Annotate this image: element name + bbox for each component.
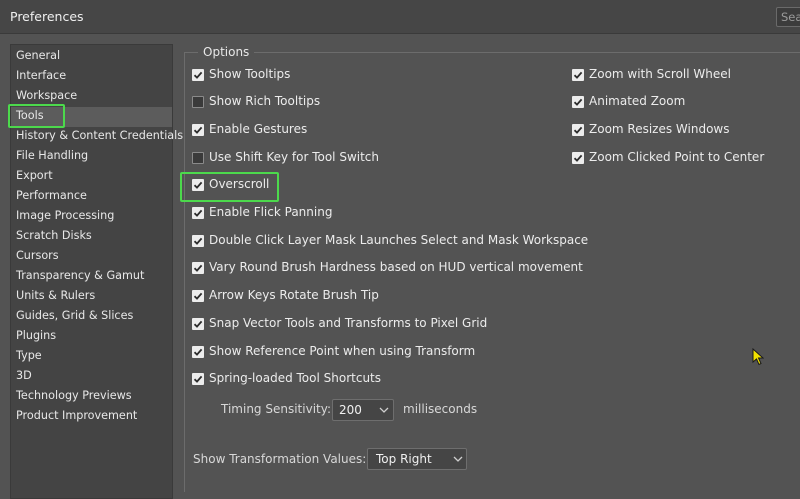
show-tooltips-label: Show Tooltips — [209, 67, 291, 81]
checkbox-checked-icon — [572, 124, 584, 136]
sidebar-item-cursors[interactable]: Cursors — [11, 247, 172, 267]
checkbox-checked-icon — [192, 235, 204, 247]
timing-unit-label: milliseconds — [403, 402, 478, 416]
sidebar-item-interface[interactable]: Interface — [11, 67, 172, 87]
sidebar-item-transparency-gamut[interactable]: Transparency & Gamut — [11, 267, 172, 287]
checkbox-checked-icon — [192, 124, 204, 136]
sidebar-item-export[interactable]: Export — [11, 167, 172, 187]
checkbox-checked-icon — [192, 373, 204, 385]
sidebar-item-plugins[interactable]: Plugins — [11, 327, 172, 347]
dialog-title: Preferences — [10, 9, 84, 24]
chevron-down-icon — [453, 456, 463, 462]
zoom-scroll-wheel-label: Zoom with Scroll Wheel — [589, 67, 731, 81]
chevron-down-icon — [379, 407, 389, 413]
show-transformation-values-label: Show Transformation Values: — [193, 452, 367, 466]
sidebar-item-file-handling[interactable]: File Handling — [11, 147, 172, 167]
sidebar-item-units-rulers[interactable]: Units & Rulers — [11, 287, 172, 307]
arrow-keys-rotate-label: Arrow Keys Rotate Brush Tip — [209, 288, 379, 302]
enable-flick-panning-label: Enable Flick Panning — [209, 205, 333, 219]
checkbox-checked-icon — [192, 346, 204, 358]
timing-sensitivity-label: Timing Sensitivity: — [221, 402, 331, 416]
sidebar-item-guides-grid-slices[interactable]: Guides, Grid & Slices — [11, 307, 172, 327]
preferences-dialog: Preferences Sea General Interface Worksp… — [0, 0, 800, 499]
checkbox-checked-icon — [572, 96, 584, 108]
snap-vector-tools-label: Snap Vector Tools and Transforms to Pixe… — [209, 316, 488, 330]
sidebar-item-scratch-disks[interactable]: Scratch Disks — [11, 227, 172, 247]
sidebar-item-workspace[interactable]: Workspace — [11, 87, 172, 107]
checkbox-unchecked-icon — [192, 96, 204, 108]
double-click-layer-mask-label: Double Click Layer Mask Launches Select … — [209, 233, 589, 247]
timing-sensitivity-select[interactable]: 200 — [332, 399, 394, 421]
sidebar-item-general[interactable]: General — [11, 47, 172, 67]
sidebar-item-type[interactable]: Type — [11, 347, 172, 367]
checkbox-checked-icon — [192, 262, 204, 274]
spring-loaded-shortcuts-label: Spring-loaded Tool Shortcuts — [209, 371, 382, 385]
checkbox-unchecked-icon — [192, 152, 204, 164]
checkbox-checked-icon — [572, 152, 584, 164]
animated-zoom-label: Animated Zoom — [589, 94, 686, 108]
zoom-resizes-windows-label: Zoom Resizes Windows — [589, 122, 730, 136]
sidebar-item-image-processing[interactable]: Image Processing — [11, 207, 172, 227]
use-shift-key-label: Use Shift Key for Tool Switch — [209, 150, 380, 164]
transformation-values-value: Top Right — [376, 452, 432, 466]
timing-sensitivity-value: 200 — [339, 403, 362, 417]
checkbox-checked-icon — [192, 318, 204, 330]
options-legend: Options — [198, 45, 255, 59]
sidebar-item-3d[interactable]: 3D — [11, 367, 172, 387]
show-reference-point-label: Show Reference Point when using Transfor… — [209, 344, 476, 358]
overscroll-label: Overscroll — [209, 177, 270, 191]
preferences-sidebar: General Interface Workspace Tools Histor… — [10, 44, 183, 499]
mouse-pointer-icon — [752, 348, 764, 366]
search-input[interactable]: Sea — [776, 7, 800, 27]
checkbox-checked-icon — [192, 69, 204, 81]
checkbox-checked-icon — [192, 290, 204, 302]
zoom-clicked-point-label: Zoom Clicked Point to Center — [589, 150, 765, 164]
title-bar: Preferences Sea — [0, 0, 800, 34]
checkbox-checked-icon — [572, 69, 584, 81]
sidebar-item-performance[interactable]: Performance — [11, 187, 172, 207]
sidebar-item-history-content-credentials[interactable]: History & Content Credentials — [11, 127, 183, 147]
sidebar-item-technology-previews[interactable]: Technology Previews — [11, 387, 172, 407]
sidebar-item-tools[interactable]: Tools — [11, 107, 172, 127]
enable-gestures-label: Enable Gestures — [209, 122, 308, 136]
checkbox-checked-icon — [192, 179, 204, 191]
checkbox-checked-icon — [192, 207, 204, 219]
vary-brush-hardness-label: Vary Round Brush Hardness based on HUD v… — [209, 260, 583, 274]
show-rich-tooltips-label: Show Rich Tooltips — [209, 94, 321, 108]
transformation-values-select[interactable]: Top Right — [367, 448, 467, 470]
sidebar-item-product-improvement[interactable]: Product Improvement — [11, 407, 172, 427]
